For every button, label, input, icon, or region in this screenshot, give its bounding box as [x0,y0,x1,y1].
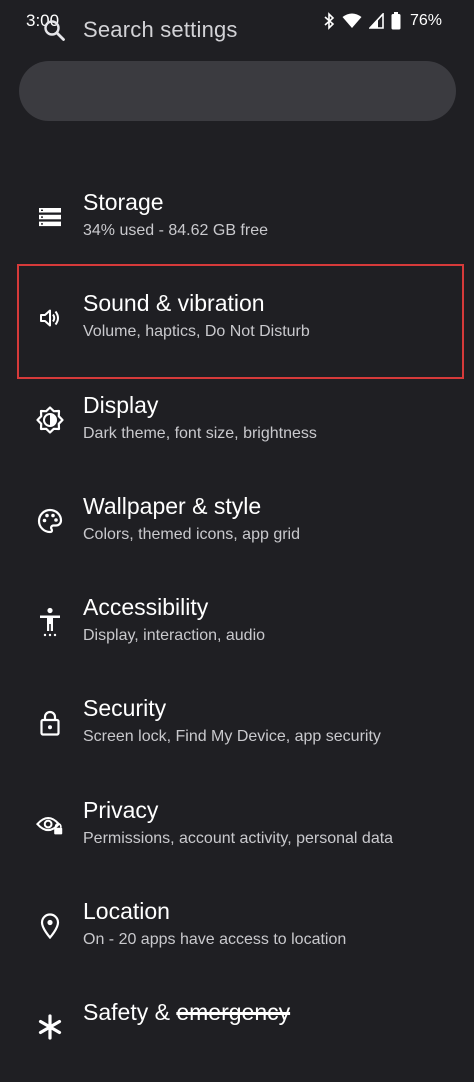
settings-item-title: Wallpaper & style [83,492,262,519]
privacy-icon [36,811,64,839]
location-icon [36,912,64,940]
settings-item-wallpaper[interactable]: Wallpaper & style Colors, themed icons, … [0,474,474,575]
settings-item-accessibility[interactable]: Accessibility Display, interaction, audi… [0,575,474,676]
settings-item-subtitle: 34% used - 84.62 GB free [83,222,268,239]
settings-item-security[interactable]: Security Screen lock, Find My Device, ap… [0,676,474,777]
settings-item-sound[interactable]: Sound & vibration Volume, haptics, Do No… [0,271,474,372]
accessibility-icon [36,608,64,637]
settings-item-title: Display [83,391,159,418]
settings-item-safety[interactable]: Safety & emergency [0,980,474,1081]
asterisk-icon [36,1013,64,1041]
emergency-title-part: emergency [176,999,291,1026]
cellular-signal-icon [368,13,384,29]
settings-list: Storage 34% used - 84.62 GB free Sound &… [0,170,474,1082]
sound-icon [36,304,64,332]
settings-item-subtitle: Display, interaction, audio [83,627,266,645]
settings-item-subtitle: Dark theme, font size, brightness [83,424,317,442]
settings-item-subtitle: Colors, themed icons, app grid [83,525,300,543]
settings-item-title: Safety & emergency [83,999,290,1026]
bluetooth-icon [323,12,335,30]
settings-item-subtitle: On - 20 apps have access to location [83,931,347,949]
settings-item-subtitle: Screen lock, Find My Device, app securit… [83,728,381,746]
wifi-icon [342,13,362,29]
battery-percent: 76% [409,12,442,29]
settings-item-subtitle: Volume, haptics, Do Not Disturb [83,323,310,341]
storage-icon [36,203,64,231]
status-icons: 76% [323,12,442,30]
settings-item-title: Location [83,898,170,925]
battery-icon [391,12,401,30]
settings-item-storage[interactable]: Storage 34% used - 84.62 GB free [0,170,474,271]
display-icon [36,405,64,434]
search-bar[interactable] [19,61,456,121]
settings-item-title: Accessibility [83,594,209,621]
settings-item-subtitle: Permissions, account activity, personal … [83,829,394,847]
palette-icon [36,507,64,535]
settings-item-title: Privacy [83,796,159,823]
settings-item-title: Sound & vibration [83,290,265,317]
settings-item-title: Storage [83,189,164,215]
safety-title-part: Safety & [83,999,177,1026]
settings-item-title: Security [83,695,167,722]
settings-item-display[interactable]: Display Dark theme, font size, brightnes… [0,373,474,474]
search-input[interactable]: Search settings [83,17,238,43]
lock-icon [36,709,64,737]
settings-item-location[interactable]: Location On - 20 apps have access to loc… [0,879,474,980]
search-icon [43,19,65,46]
settings-item-privacy[interactable]: Privacy Permissions, account activity, p… [0,778,474,879]
